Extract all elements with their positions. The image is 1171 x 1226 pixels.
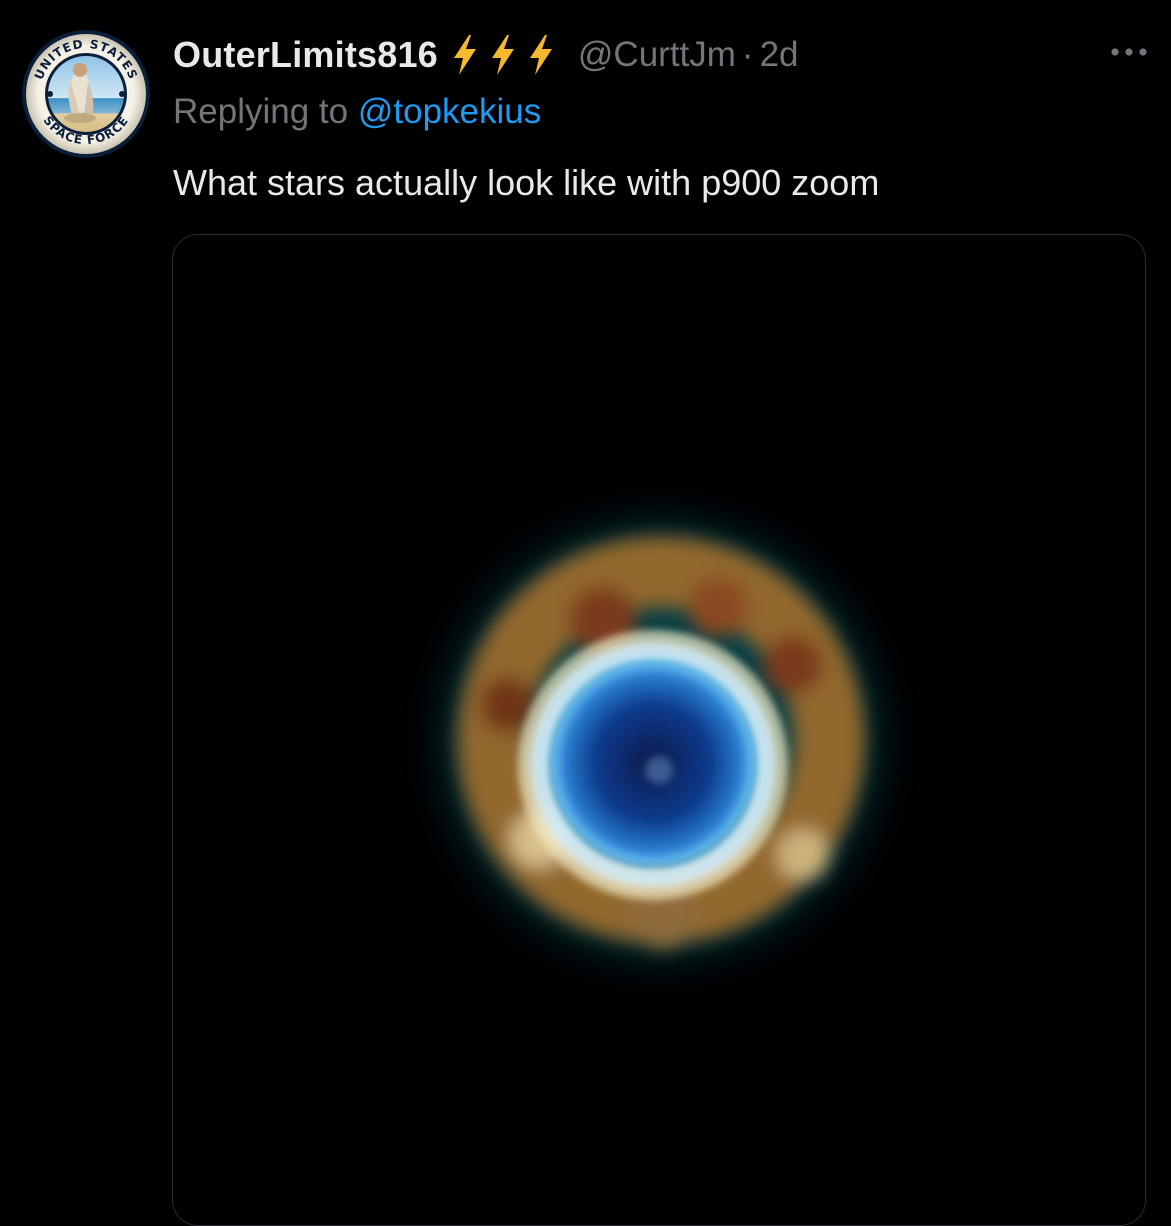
- tweet-text: What stars actually look like with p900 …: [173, 162, 880, 203]
- space-force-seal-icon: UNITED STATES SPACE FORCE: [22, 30, 150, 158]
- display-name[interactable]: OuterLimits816: [173, 34, 438, 76]
- replying-to-handle-link[interactable]: @topkekius: [358, 92, 541, 131]
- more-horizontal-icon: [1111, 48, 1147, 56]
- lightning-bolt-icon: [453, 35, 476, 75]
- star-photo: [173, 235, 1145, 1225]
- timestamp[interactable]: 2d: [760, 35, 799, 75]
- more-options-button[interactable]: [1107, 30, 1151, 74]
- separator-dot: ·: [741, 35, 754, 74]
- replying-to-line: Replying to @topkekius: [173, 92, 541, 132]
- tweet-header: OuterLimits816 @CurttJm · 2d: [173, 30, 799, 80]
- tweet-media-image[interactable]: [172, 234, 1146, 1226]
- lightning-bolt-icon: [529, 35, 552, 75]
- badge-icons: [450, 34, 556, 76]
- tweet[interactable]: UNITED STATES SPACE FORCE OuterLimits816…: [0, 0, 1171, 1226]
- replying-to-label: Replying to: [173, 92, 349, 131]
- avatar[interactable]: UNITED STATES SPACE FORCE: [22, 30, 150, 158]
- lightning-bolt-icon: [491, 35, 514, 75]
- user-handle[interactable]: @CurttJm: [578, 35, 736, 75]
